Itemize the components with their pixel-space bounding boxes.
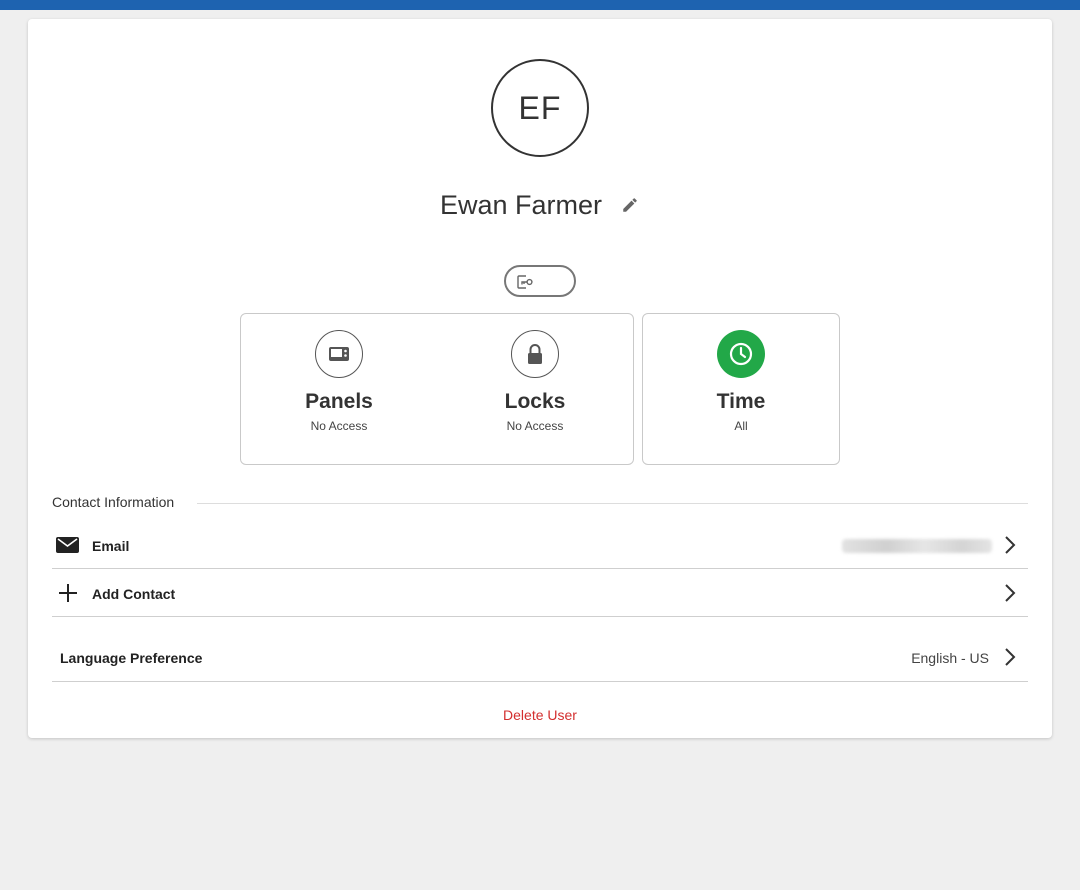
clock-icon (729, 342, 753, 366)
avatar-initials: EF (518, 89, 562, 126)
language-value: English - US (911, 650, 989, 666)
name-row: Ewan Farmer (28, 185, 1052, 225)
email-label: Email (92, 538, 130, 554)
delete-user-button[interactable]: Delete User (28, 707, 1052, 723)
envelope-icon (56, 537, 79, 553)
key-card-icon (517, 275, 533, 289)
chevron-right-icon (1005, 584, 1016, 602)
top-header-bar (0, 0, 1080, 10)
chevron-right-icon (1005, 536, 1016, 554)
language-preference-row[interactable]: Language Preference English - US (52, 617, 1028, 682)
clock-icon-circle (717, 330, 765, 378)
access-panels[interactable]: Panels No Access (241, 314, 437, 464)
user-profile-card: EF Ewan Farmer Panels No Access Locks No… (28, 19, 1052, 738)
chevron-right-icon (1005, 648, 1016, 666)
panel-icon (329, 347, 349, 361)
user-name: Ewan Farmer (440, 190, 603, 220)
credential-badge-button[interactable] (504, 265, 576, 297)
pencil-icon (623, 198, 637, 212)
plus-icon (59, 584, 77, 602)
contact-section-title: Contact Information (52, 494, 175, 510)
add-contact-label: Add Contact (92, 586, 176, 602)
time-status: All (734, 419, 748, 433)
panel-icon-circle (315, 330, 363, 378)
locks-label: Locks (504, 390, 566, 413)
avatar: EF (491, 59, 589, 157)
email-value-redacted (842, 539, 992, 553)
lock-icon (528, 344, 542, 364)
access-group-panels-locks: Panels No Access Locks No Access (240, 313, 634, 465)
panels-label: Panels (305, 390, 373, 413)
locks-status: No Access (506, 419, 564, 433)
access-group-time: Time All (642, 313, 840, 465)
lock-icon-circle (511, 330, 559, 378)
language-label: Language Preference (60, 650, 203, 666)
access-locks[interactable]: Locks No Access (437, 314, 633, 464)
section-divider (197, 503, 1028, 504)
email-row[interactable]: Email (52, 522, 1028, 569)
time-label: Time (716, 390, 766, 413)
panels-status: No Access (310, 419, 368, 433)
edit-name-button[interactable] (619, 194, 641, 216)
add-contact-row[interactable]: Add Contact (52, 569, 1028, 617)
access-time[interactable]: Time All (643, 314, 839, 464)
